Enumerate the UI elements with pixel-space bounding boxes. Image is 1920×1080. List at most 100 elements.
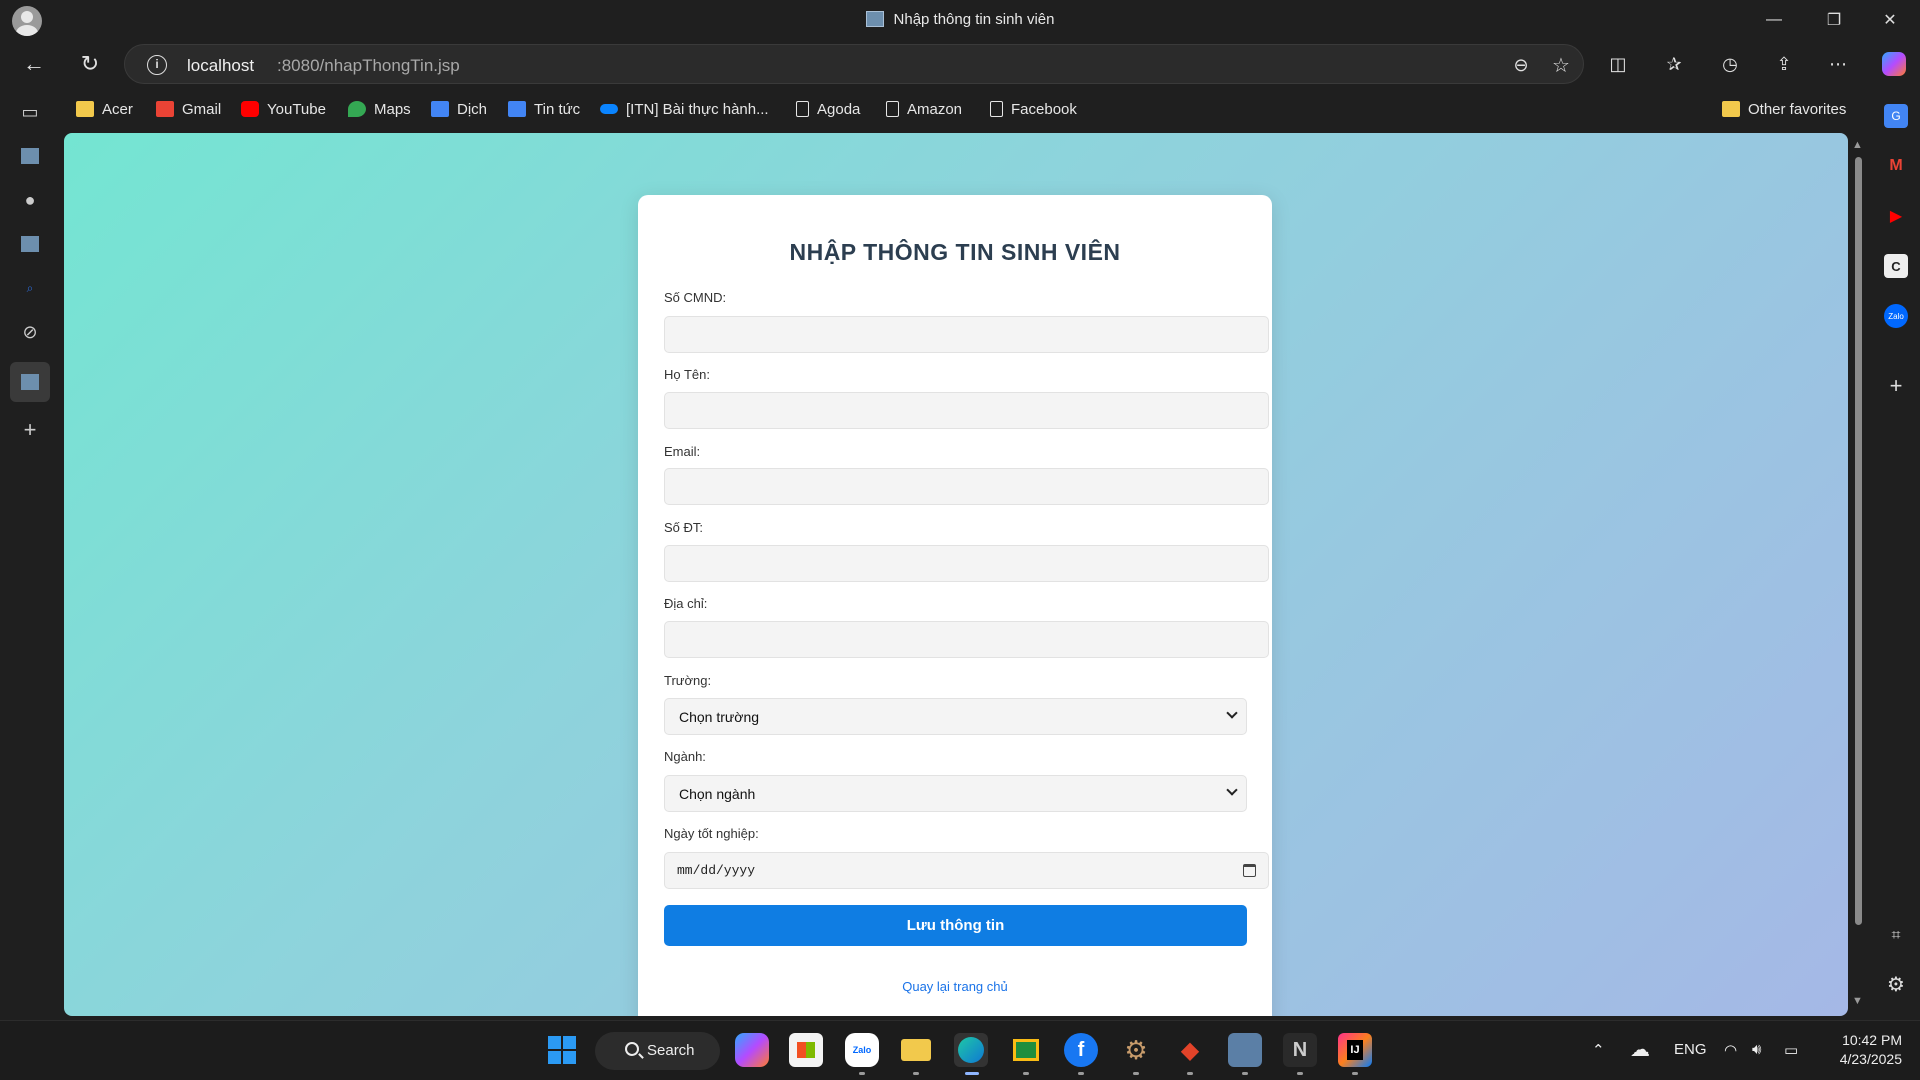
running-indicator — [913, 1072, 919, 1075]
running-indicator — [1187, 1072, 1193, 1075]
taskbar-search[interactable]: Search — [595, 1032, 720, 1070]
bookmark-youtube[interactable]: YouTube — [241, 98, 326, 120]
system-clock[interactable]: 10:42 PM 4/23/2025 — [1822, 1031, 1902, 1069]
favorite-star-icon[interactable]: ☆ — [1543, 47, 1579, 83]
split-screen-icon[interactable]: ◫ — [1600, 46, 1636, 82]
new-tab-plus-icon[interactable]: + — [18, 417, 42, 442]
student-form-card: NHẬP THÔNG TIN SINH VIÊN Số CMND: Họ Tên… — [638, 195, 1272, 1016]
tab-title[interactable]: Nhập thông tin sinh viên — [0, 11, 1920, 28]
more-options-icon[interactable]: ⋯ — [1820, 46, 1856, 82]
start-windows-icon[interactable] — [545, 1033, 579, 1067]
refresh-icon[interactable]: ↻ — [72, 46, 108, 82]
bookmark-facebook[interactable]: Facebook — [990, 98, 1077, 120]
calendar-icon[interactable] — [1243, 864, 1256, 877]
maps-icon — [348, 101, 366, 117]
bookmark-itn[interactable]: [ITN] Bài thực hành... — [600, 98, 769, 120]
gear-app-icon[interactable]: ⚙ — [1119, 1033, 1153, 1067]
nganh-select[interactable]: Chọn ngành — [664, 775, 1247, 812]
running-indicator — [1242, 1072, 1248, 1075]
scroll-up-arrow-icon[interactable]: ▲ — [1852, 139, 1863, 151]
navigation-toolbar: ← ↻ i localhost :8080/nhapThongTin.jsp ⊖… — [0, 40, 1920, 88]
share-icon[interactable]: ⇪ — [1766, 46, 1802, 82]
bookmark-acer[interactable]: Acer — [76, 98, 133, 120]
bookmark-tin-tuc[interactable]: Tin tức — [508, 98, 580, 120]
volume-icon[interactable]: 🔊︎ — [1752, 1041, 1761, 1058]
facebook-app-icon[interactable]: f — [1064, 1033, 1098, 1067]
edge-app-icon[interactable] — [954, 1033, 988, 1067]
bookmark-amazon[interactable]: Amazon — [886, 98, 962, 120]
bookmark-maps[interactable]: Maps — [348, 98, 411, 120]
zalo-app-icon[interactable]: Zalo — [845, 1033, 879, 1067]
chevron-down-icon — [1226, 784, 1238, 796]
url-path: :8080/nhapThongTin.jsp — [277, 56, 460, 75]
back-arrow-icon[interactable]: ← — [16, 46, 52, 82]
label-ngay-tot-nghiep: Ngày tốt nghiệp: — [664, 826, 759, 841]
save-info-button[interactable]: Lưu thông tin — [664, 905, 1247, 946]
restore-button[interactable]: ❐ — [1806, 0, 1862, 40]
tab-favicon-icon[interactable] — [18, 144, 42, 168]
tab-actions-icon[interactable]: ▭ — [18, 100, 42, 124]
favorites-icon[interactable]: ✰ — [1656, 46, 1692, 82]
battery-icon[interactable]: ▭ — [1784, 1041, 1798, 1059]
gmail-icon — [156, 101, 174, 117]
active-tab-icon[interactable] — [10, 362, 50, 402]
back-to-home-link[interactable]: Quay lại trang chủ — [638, 979, 1272, 994]
tab-favicon-icon[interactable] — [18, 232, 42, 256]
email-input[interactable] — [664, 468, 1269, 505]
address-bar[interactable]: i localhost :8080/nhapThongTin.jsp ⊖ ☆ — [124, 44, 1584, 84]
bookmark-other-favorites[interactable]: Other favorites — [1722, 98, 1846, 120]
browser-tab-app-icon[interactable] — [1228, 1033, 1262, 1067]
store-icon[interactable] — [789, 1033, 823, 1067]
running-indicator — [859, 1072, 865, 1075]
bookmark-dich[interactable]: Dịch — [431, 98, 487, 120]
nganh-selected-value: Chọn ngành — [679, 786, 756, 802]
site-info-icon[interactable]: i — [147, 55, 167, 75]
canva-icon[interactable]: C — [1884, 254, 1908, 278]
page-scrollbar[interactable]: ▲ ▼ — [1848, 133, 1868, 1016]
git-app-icon[interactable]: ◆ — [1173, 1033, 1207, 1067]
copilot-icon[interactable] — [1876, 46, 1912, 82]
zoom-out-icon[interactable]: ⊖ — [1503, 47, 1539, 83]
intellij-app-icon[interactable]: IJ — [1338, 1033, 1372, 1067]
file-explorer-icon[interactable] — [899, 1033, 933, 1067]
wifi-icon[interactable]: ◠ — [1724, 1041, 1737, 1059]
truong-selected-value: Chọn trường — [679, 709, 760, 725]
classroom-icon[interactable] — [1009, 1033, 1043, 1067]
no-access-icon[interactable]: ⊘ — [18, 320, 42, 344]
youtube-icon[interactable]: ▶ — [1884, 204, 1908, 228]
translate-icon[interactable]: G — [1884, 104, 1908, 128]
label-nganh: Ngành: — [664, 749, 706, 764]
ngay-tot-nghiep-input[interactable]: mm/dd/yyyy — [664, 852, 1269, 889]
truong-select[interactable]: Chọn trường — [664, 698, 1247, 735]
settings-gear-icon[interactable]: ⚙ — [1884, 972, 1908, 996]
search-tab-icon[interactable]: ⌕ — [18, 276, 42, 300]
history-icon[interactable]: ◷ — [1712, 46, 1748, 82]
copilot-app-icon[interactable] — [735, 1033, 769, 1067]
chevron-down-icon — [1226, 707, 1238, 719]
so-cmnd-input[interactable] — [664, 316, 1269, 353]
onedrive-cloud-icon[interactable]: ☁ — [1630, 1037, 1650, 1062]
translate-icon — [431, 101, 449, 117]
gmail-icon[interactable]: M — [1884, 154, 1908, 178]
zalo-icon[interactable]: Zalo — [1884, 304, 1908, 328]
ho-ten-input[interactable] — [664, 392, 1269, 429]
github-icon[interactable]: ● — [18, 188, 42, 212]
close-window-button[interactable]: ✕ — [1862, 0, 1918, 40]
bookmarks-bar: Acer Gmail YouTube Maps Dịch Tin tức [IT… — [60, 88, 1860, 132]
minimize-button[interactable]: — — [1746, 0, 1802, 40]
label-truong: Trường: — [664, 673, 712, 688]
language-indicator[interactable]: ENG — [1674, 1041, 1707, 1058]
page-icon — [796, 101, 809, 117]
so-dt-input[interactable] — [664, 545, 1269, 582]
label-dia-chi: Địa chỉ: — [664, 596, 708, 611]
scroll-down-arrow-icon[interactable]: ▼ — [1852, 995, 1863, 1007]
form-title: NHẬP THÔNG TIN SINH VIÊN — [789, 239, 1121, 265]
screenshot-icon[interactable]: ⌗ — [1884, 924, 1908, 948]
bookmark-agoda[interactable]: Agoda — [796, 98, 860, 120]
bookmark-gmail[interactable]: Gmail — [156, 98, 221, 120]
dia-chi-input[interactable] — [664, 621, 1269, 658]
add-sidebar-app-icon[interactable]: + — [1884, 373, 1908, 398]
scrollbar-thumb[interactable] — [1855, 157, 1862, 925]
netbeans-app-icon[interactable]: N — [1283, 1033, 1317, 1067]
show-hidden-icons-chevron-icon[interactable]: ⌃ — [1592, 1041, 1605, 1059]
